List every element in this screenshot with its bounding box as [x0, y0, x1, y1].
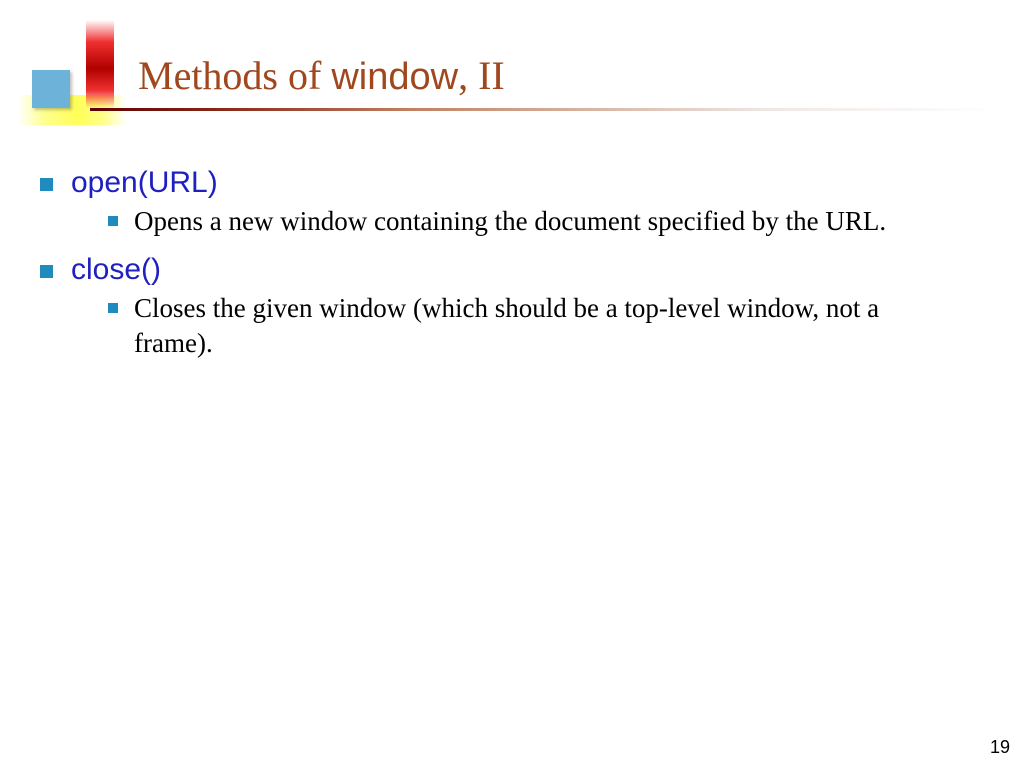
bullet-icon	[108, 216, 118, 226]
title-prefix: Methods of	[138, 53, 331, 98]
method-description: Opens a new window containing the docume…	[134, 204, 886, 239]
page-number: 19	[990, 737, 1010, 758]
accent-bar-yellow	[18, 95, 126, 125]
method-name: open(URL)	[71, 166, 218, 200]
list-item: close()	[40, 253, 980, 287]
list-item: Opens a new window containing the docume…	[108, 204, 980, 239]
method-description: Closes the given window (which should be…	[134, 291, 964, 361]
method-name: close()	[71, 253, 161, 287]
list-item: Closes the given window (which should be…	[108, 291, 980, 361]
slide-title: Methods of window, II	[138, 56, 505, 96]
slide-body: open(URL) Opens a new window containing …	[40, 160, 980, 375]
bullet-icon	[40, 265, 53, 278]
title-underline	[90, 108, 1000, 111]
bullet-icon	[40, 178, 53, 191]
title-suffix: , II	[458, 53, 505, 98]
bullet-icon	[108, 303, 118, 313]
list-item: open(URL)	[40, 166, 980, 200]
accent-square-blue	[32, 70, 70, 108]
title-code: window	[331, 56, 458, 98]
accent-bar-red	[86, 20, 114, 108]
